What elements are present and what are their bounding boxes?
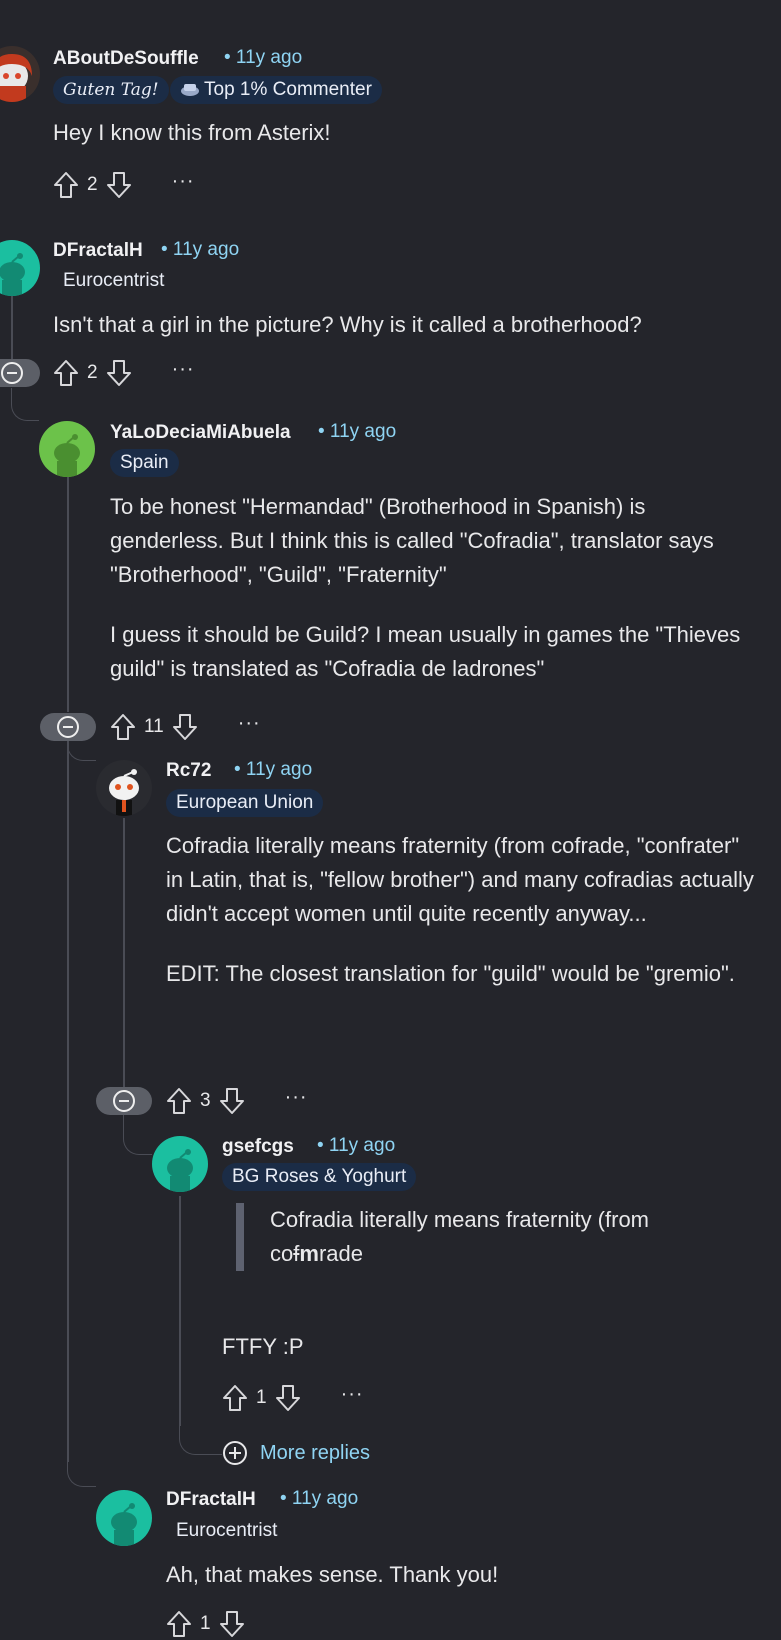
downvote-icon[interactable]: [275, 1384, 301, 1412]
vote-bar: 2 ···: [53, 357, 195, 389]
avatar[interactable]: [39, 421, 95, 477]
comment-timestamp[interactable]: • 11y ago: [224, 47, 302, 69]
comment-timestamp[interactable]: • 11y ago: [317, 1135, 395, 1157]
badge-icon: [181, 84, 199, 96]
thread-line: [67, 1460, 96, 1487]
upvote-icon[interactable]: [166, 1087, 192, 1115]
comment-author[interactable]: ABoutDeSouffle: [53, 48, 199, 70]
comment-timestamp[interactable]: • 11y ago: [318, 421, 396, 443]
flair-text: Guten Tag!: [63, 80, 159, 100]
comment-author[interactable]: DFractalH: [166, 1489, 256, 1511]
upvote-icon[interactable]: [53, 359, 79, 387]
avatar[interactable]: [0, 46, 40, 102]
vote-score: 1: [200, 1613, 211, 1634]
downvote-icon[interactable]: [172, 713, 198, 741]
comment-body: To be honest "Hermandad" (Brotherhood in…: [110, 494, 741, 681]
quote-bold: m: [299, 1241, 319, 1266]
overflow-icon[interactable]: ···: [285, 1086, 308, 1109]
overflow-icon[interactable]: ···: [172, 358, 195, 381]
comment-author[interactable]: DFractalH: [53, 240, 143, 262]
snoo-avatar-icon: [109, 769, 139, 816]
commenter-badge: Top 1% Commenter: [170, 76, 382, 104]
comment-timestamp[interactable]: • 11y ago: [234, 759, 312, 781]
vote-bar: 1: [166, 1608, 245, 1640]
collapse-button[interactable]: [40, 713, 96, 741]
user-flair: Eurocentrist: [63, 270, 165, 291]
snoo-avatar-icon: [54, 434, 80, 477]
vote-score: 2: [87, 174, 98, 195]
comment-body: Cofradia literally means fraternity (fro…: [166, 833, 754, 986]
thread-line: [67, 468, 69, 712]
blockquote: Cofradia literally means fraternity (fro…: [236, 1203, 730, 1271]
vote-bar: 2 ···: [53, 169, 195, 201]
comment-body: Isn't that a girl in the picture? Why is…: [53, 312, 642, 337]
comment-timestamp[interactable]: • 11y ago: [161, 239, 239, 261]
thread-line: [179, 1424, 222, 1455]
upvote-icon[interactable]: [53, 171, 79, 199]
vote-score: 1: [256, 1387, 267, 1408]
comment-author[interactable]: YaLoDeciaMiAbuela: [110, 422, 291, 444]
thread-line: [11, 296, 13, 360]
overflow-icon[interactable]: ···: [341, 1383, 364, 1406]
collapse-icon: [113, 1090, 135, 1112]
vote-bar: 11 ···: [110, 711, 261, 743]
comment-author[interactable]: gsefcgs: [222, 1136, 294, 1158]
user-flair: Guten Tag!: [53, 76, 169, 104]
thread-line: [11, 388, 39, 421]
upvote-icon[interactable]: [222, 1384, 248, 1412]
collapse-icon: [57, 716, 79, 738]
thread-line: [123, 818, 125, 1088]
user-flair: Eurocentrist: [176, 1520, 278, 1541]
comment-body: Ah, that makes sense. Thank you!: [166, 1562, 499, 1587]
downvote-icon[interactable]: [106, 359, 132, 387]
avatar[interactable]: [152, 1136, 208, 1192]
user-flair: European Union: [166, 789, 324, 817]
vote-bar: 1 ···: [222, 1382, 364, 1414]
vote-score: 2: [87, 362, 98, 383]
overflow-icon[interactable]: ···: [172, 170, 195, 193]
collapse-icon: [1, 362, 23, 384]
avatar[interactable]: [96, 1490, 152, 1546]
add-circle-icon: [223, 1441, 247, 1465]
upvote-icon[interactable]: [110, 713, 136, 741]
collapse-button[interactable]: [96, 1087, 152, 1115]
vote-bar: 3 ···: [166, 1085, 308, 1117]
downvote-icon[interactable]: [219, 1610, 245, 1638]
downvote-icon[interactable]: [106, 171, 132, 199]
snoo-avatar-icon: [167, 1149, 193, 1192]
avatar[interactable]: [0, 240, 40, 296]
overflow-icon[interactable]: ···: [238, 712, 261, 735]
comment-author[interactable]: Rc72: [166, 760, 211, 782]
comment-timestamp[interactable]: • 11y ago: [280, 1488, 358, 1510]
badge-text: Top 1% Commenter: [204, 79, 372, 100]
upvote-icon[interactable]: [166, 1610, 192, 1638]
vote-score: 3: [200, 1090, 211, 1111]
comment-body: Hey I know this from Asterix!: [53, 120, 331, 145]
snoo-avatar-icon: [111, 1503, 137, 1546]
thread-line: [179, 1196, 181, 1426]
avatar[interactable]: [96, 760, 152, 816]
quote-rest: rade: [318, 1241, 363, 1266]
snoo-avatar-icon: [0, 253, 25, 296]
comment-body: FTFY :P: [222, 1334, 304, 1359]
user-flair: Spain: [110, 449, 179, 477]
collapse-button[interactable]: [0, 359, 40, 387]
snoo-avatar-icon: [0, 54, 32, 102]
thread-line: [67, 736, 69, 1462]
more-replies-link[interactable]: More replies: [222, 1440, 370, 1466]
more-replies-label: More replies: [260, 1441, 371, 1464]
downvote-icon[interactable]: [219, 1087, 245, 1115]
user-flair: BG Roses & Yoghurt: [222, 1163, 417, 1191]
vote-score: 11: [144, 716, 164, 737]
